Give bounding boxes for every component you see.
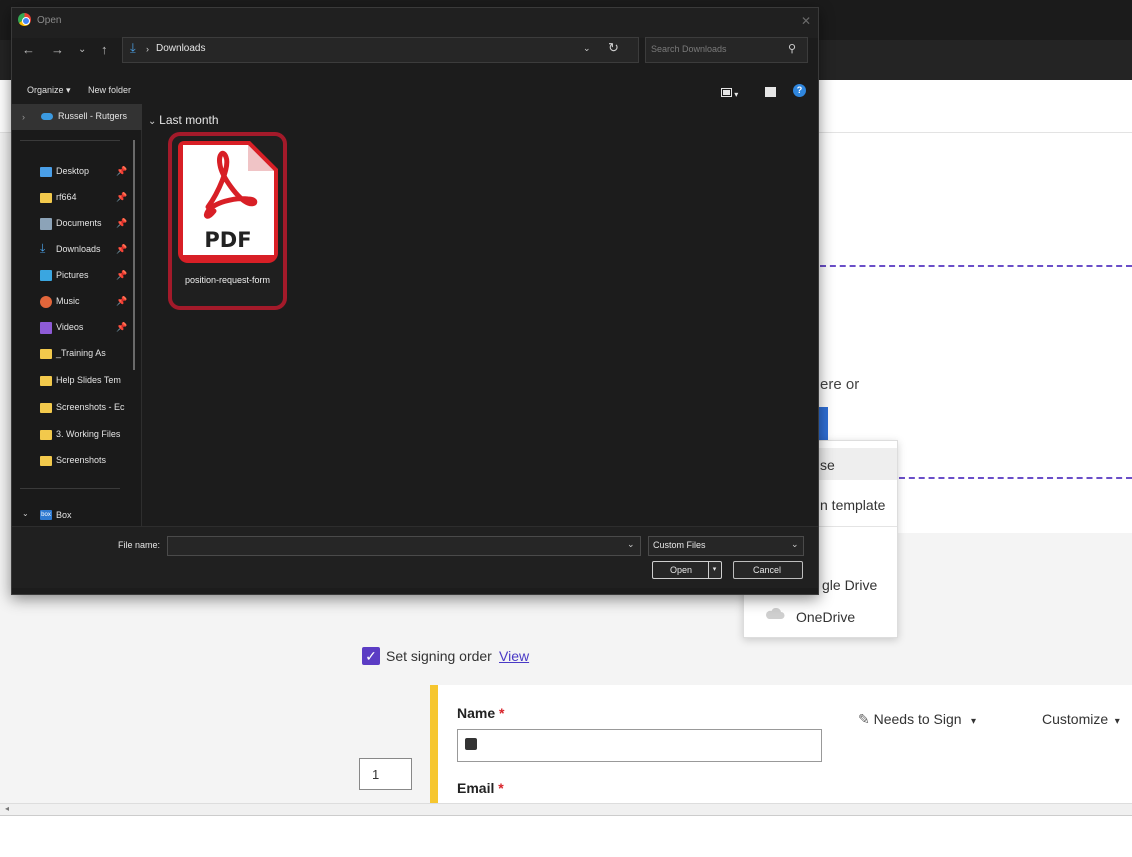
pin-icon: 📌 bbox=[116, 166, 128, 176]
routing-order-input[interactable]: 1 bbox=[359, 758, 412, 790]
open-button-label: Open bbox=[670, 565, 693, 575]
contact-card-icon[interactable] bbox=[465, 738, 477, 750]
folder-icon bbox=[40, 430, 52, 440]
drop-zone-border-top bbox=[820, 265, 1132, 267]
menu-item-template[interactable]: n template bbox=[820, 497, 885, 513]
view-link[interactable]: View bbox=[499, 648, 529, 664]
nav-item-pictures[interactable]: Pictures bbox=[56, 270, 89, 280]
nav-item-help-slides[interactable]: Help Slides Tem bbox=[56, 375, 121, 385]
pen-icon: ✎ bbox=[858, 711, 874, 727]
nav-item-downloads[interactable]: Downloads bbox=[56, 244, 101, 254]
collapse-chevron-icon[interactable]: ⌄ bbox=[22, 509, 29, 518]
drop-zone-text: ere or bbox=[820, 376, 860, 393]
file-name-field-label: File name: bbox=[118, 540, 161, 550]
dialog-title: Open bbox=[37, 15, 62, 26]
nav-item-screenshots[interactable]: Screenshots bbox=[56, 455, 106, 465]
search-placeholder: Search Downloads bbox=[651, 44, 727, 54]
nav-item-documents[interactable]: Documents bbox=[56, 218, 102, 228]
pictures-icon bbox=[40, 270, 52, 281]
nav-item-desktop[interactable]: Desktop bbox=[56, 166, 89, 176]
folder-icon bbox=[40, 376, 52, 386]
folder-icon bbox=[40, 456, 52, 466]
chrome-icon bbox=[18, 13, 31, 26]
nav-item-screenshots-ec[interactable]: Screenshots - Ec bbox=[56, 402, 125, 412]
help-icon[interactable]: ? bbox=[793, 84, 806, 97]
pdf-badge-text: PDF bbox=[204, 228, 251, 252]
name-input[interactable] bbox=[457, 729, 822, 762]
nav-item-music[interactable]: Music bbox=[56, 296, 80, 306]
desktop-icon bbox=[40, 167, 52, 177]
cancel-button-label: Cancel bbox=[753, 565, 782, 575]
music-icon bbox=[40, 296, 52, 308]
nav-item-rf664[interactable]: rf664 bbox=[56, 192, 77, 202]
file-type-value: Custom Files bbox=[653, 540, 706, 550]
signing-order-checkbox[interactable]: ✓ bbox=[362, 647, 380, 665]
nav-item-training[interactable]: _Training As bbox=[56, 348, 106, 358]
breadcrumb-chevron-icon[interactable]: › bbox=[146, 44, 149, 54]
breadcrumb-downloads[interactable]: Downloads bbox=[156, 43, 205, 54]
pin-icon: 📌 bbox=[116, 296, 128, 306]
menu-item-browse[interactable]: se bbox=[820, 457, 835, 473]
pin-icon: 📌 bbox=[116, 270, 128, 280]
close-icon[interactable]: ✕ bbox=[801, 14, 811, 28]
nav-divider bbox=[20, 488, 120, 489]
organize-button[interactable]: Organize ▾ bbox=[27, 85, 71, 96]
group-header-last-month[interactable]: ⌄ Last month bbox=[148, 113, 219, 127]
screen: ere or se n template gle Drive OneDrive … bbox=[0, 0, 1132, 857]
file-name-label: position-request-form bbox=[184, 275, 271, 285]
email-field-label: Email * bbox=[457, 780, 504, 796]
back-icon[interactable]: ← bbox=[22, 42, 35, 57]
up-icon[interactable]: ↑ bbox=[101, 42, 108, 57]
pdf-file-icon: PDF bbox=[178, 141, 278, 263]
recent-locations-chevron-icon[interactable]: ⌄ bbox=[78, 44, 86, 55]
refresh-icon[interactable]: ↻ bbox=[608, 40, 619, 56]
search-icon[interactable]: ⚲ bbox=[788, 42, 796, 55]
box-icon: box bbox=[40, 510, 52, 520]
chevron-down-icon: ▾ bbox=[965, 716, 977, 727]
name-field-label: Name * bbox=[457, 705, 505, 721]
pin-icon: 📌 bbox=[116, 322, 128, 332]
nav-item-box[interactable]: Box bbox=[56, 510, 72, 520]
cloud-icon bbox=[766, 608, 785, 619]
file-type-chevron-icon[interactable]: ⌄ bbox=[791, 539, 799, 550]
documents-icon bbox=[40, 218, 52, 230]
scroll-left-arrow-icon[interactable]: ◂ bbox=[5, 804, 9, 813]
horizontal-scrollbar[interactable] bbox=[0, 803, 1132, 815]
nav-item-russell-rutgers[interactable]: Russell - Rutgers bbox=[58, 111, 127, 121]
onedrive-cloud-icon bbox=[41, 113, 53, 120]
file-name-history-chevron-icon[interactable]: ⌄ bbox=[627, 539, 635, 550]
forward-icon[interactable]: → bbox=[51, 42, 64, 57]
folder-icon bbox=[40, 349, 52, 359]
pin-icon: 📌 bbox=[116, 218, 128, 228]
pin-icon: 📌 bbox=[116, 244, 128, 254]
new-folder-button[interactable]: New folder bbox=[88, 85, 131, 95]
recipient-role-dropdown[interactable]: ✎ Needs to Sign ▾ bbox=[858, 711, 976, 728]
nav-item-working-files[interactable]: 3. Working Files bbox=[56, 429, 120, 439]
chevron-down-icon: ▾ bbox=[1112, 716, 1120, 727]
dialog-title-bar bbox=[12, 8, 818, 38]
address-history-chevron-icon[interactable]: ⌄ bbox=[583, 43, 591, 54]
nav-divider bbox=[20, 140, 120, 141]
preview-pane-icon[interactable] bbox=[765, 84, 776, 102]
videos-icon bbox=[40, 322, 52, 334]
signing-order-label: Set signing order bbox=[386, 648, 492, 664]
open-options-chevron-icon[interactable]: ▾ bbox=[708, 562, 720, 578]
navigation-pane-scrollbar[interactable] bbox=[133, 140, 135, 370]
pin-icon: 📌 bbox=[116, 192, 128, 202]
file-name-input[interactable] bbox=[167, 536, 641, 556]
chevron-down-icon: ⌄ bbox=[148, 116, 160, 127]
menu-item-google-drive[interactable]: gle Drive bbox=[822, 577, 877, 593]
downloads-icon: ⤓ bbox=[130, 40, 136, 55]
folder-icon bbox=[40, 193, 52, 203]
nav-item-videos[interactable]: Videos bbox=[56, 322, 83, 332]
view-options-icon[interactable]: ▾ bbox=[721, 84, 738, 102]
expand-chevron-icon[interactable]: › bbox=[22, 112, 25, 122]
menu-item-onedrive[interactable]: OneDrive bbox=[796, 609, 855, 625]
customize-dropdown[interactable]: Customize ▾ bbox=[1042, 711, 1120, 727]
downloads-icon: ⤓ bbox=[40, 241, 46, 255]
page-footer-area bbox=[0, 815, 1132, 857]
folder-icon bbox=[40, 403, 52, 413]
